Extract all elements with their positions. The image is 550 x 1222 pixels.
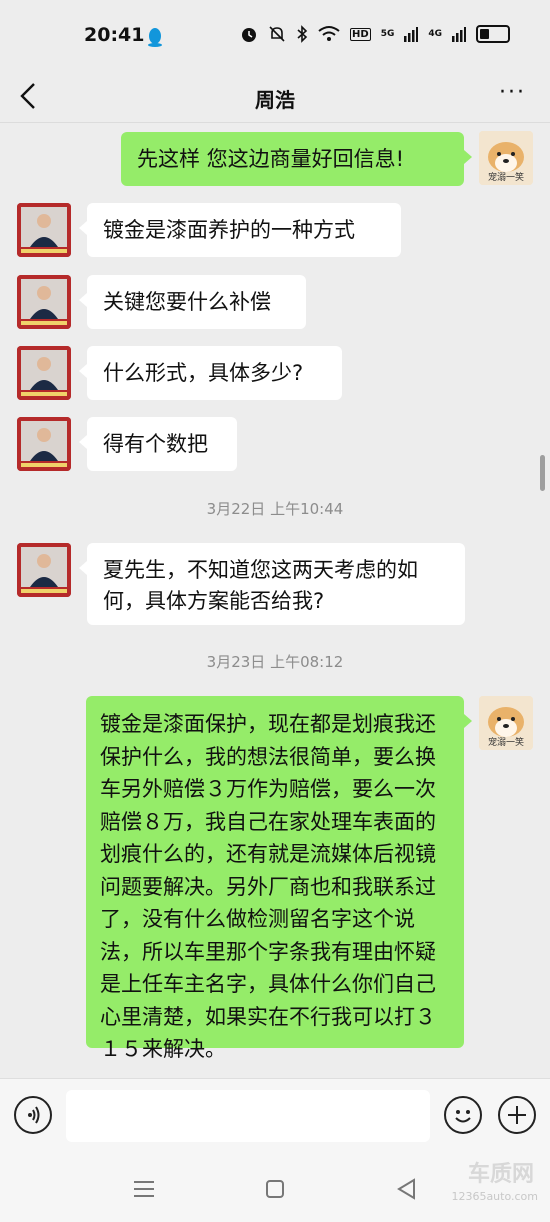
chat-title: 周浩	[255, 88, 295, 112]
add-attachment-icon[interactable]	[498, 1096, 536, 1134]
message-bubble-sent[interactable]: 镀金是漆面保护，现在都是划痕我还保护什么，我的想法很简单，要么换车另外赔偿３万作…	[86, 696, 472, 1061]
timestamp: 3月23日 上午08:12	[206, 653, 344, 671]
person-avatar-icon	[17, 203, 71, 257]
message-bubble-sent[interactable]: 先这样 您这边商量好回信息!	[121, 132, 472, 186]
contact-avatar[interactable]	[17, 543, 71, 597]
message-text: 关键您要什么补偿	[103, 290, 271, 314]
message-bubble-received[interactable]: 夏先生，不知道您这两天考虑的如何，具体方案能否给我?	[79, 543, 465, 625]
emoji-icon[interactable]	[444, 1096, 482, 1134]
message-bubble-received[interactable]: 得有个数把	[79, 417, 237, 471]
menu-icon[interactable]	[133, 1179, 155, 1199]
signal-bars-icon-2	[452, 27, 466, 42]
bluetooth-icon	[297, 25, 308, 43]
message-input[interactable]	[66, 1090, 430, 1142]
contact-avatar[interactable]	[17, 203, 71, 257]
wifi-icon	[318, 26, 340, 41]
signal-4g-label: 4G	[428, 29, 442, 39]
signal-bars-icon	[404, 27, 419, 42]
status-time: 20:41	[84, 24, 145, 46]
contact-avatar[interactable]	[17, 275, 71, 329]
message-bubble-received[interactable]: 什么形式，具体多少?	[79, 346, 342, 400]
message-text: 夏先生，不知道您这两天考虑的如何，具体方案能否给我?	[103, 558, 418, 613]
plus-icon	[508, 1106, 526, 1124]
person-avatar-icon	[17, 275, 71, 329]
message-text: 什么形式，具体多少?	[103, 361, 304, 385]
battery-icon	[476, 25, 510, 43]
contact-avatar[interactable]	[17, 346, 71, 400]
avatar-caption: 宠溺一笑	[487, 738, 524, 748]
watermark-url: 12365auto.com	[451, 1190, 538, 1203]
alarm-icon	[242, 28, 257, 42]
message-bubble-received[interactable]: 关键您要什么补偿	[79, 275, 306, 329]
person-avatar-icon	[17, 346, 71, 400]
back-arrow-icon[interactable]	[14, 78, 44, 114]
hd-badge: HD	[350, 27, 371, 41]
input-bar	[0, 1078, 550, 1153]
sound-wave-icon	[28, 1106, 40, 1124]
message-text: 先这样 您这边商量好回信息!	[137, 147, 405, 171]
scrollbar[interactable]	[540, 455, 545, 491]
home-square-icon[interactable]	[265, 1179, 285, 1199]
more-options-icon[interactable]: ···	[499, 80, 526, 105]
chat-header: 周浩 ···	[0, 72, 550, 123]
person-avatar-icon	[17, 417, 71, 471]
back-triangle-icon[interactable]	[396, 1178, 416, 1200]
mute-bell-icon	[269, 26, 285, 42]
status-bar: 20:41 HD 5G 4G	[0, 0, 550, 72]
message-text: 镀金是漆面保护，现在都是划痕我还保护什么，我的想法很简单，要么换车另外赔偿３万作…	[100, 712, 436, 1061]
message-text: 镀金是漆面养护的一种方式	[103, 218, 355, 242]
my-avatar[interactable]: 宠溺一笑	[479, 131, 533, 185]
my-avatar[interactable]: 宠溺一笑	[479, 696, 533, 750]
message-text: 得有个数把	[103, 432, 208, 456]
person-avatar-icon	[17, 543, 71, 597]
qq-icon	[148, 28, 162, 47]
contact-avatar[interactable]	[17, 417, 71, 471]
smiley-face-icon	[455, 1110, 471, 1123]
avatar-caption: 宠溺一笑	[487, 173, 524, 183]
timestamp: 3月22日 上午10:44	[206, 500, 344, 518]
voice-input-icon[interactable]	[14, 1096, 52, 1134]
message-bubble-received[interactable]: 镀金是漆面养护的一种方式	[79, 203, 401, 257]
signal-5g-label: 5G	[380, 29, 395, 39]
watermark-brand: 车质网	[467, 1162, 534, 1187]
system-navigation-bar: 车质网 12365auto.com	[0, 1152, 550, 1222]
